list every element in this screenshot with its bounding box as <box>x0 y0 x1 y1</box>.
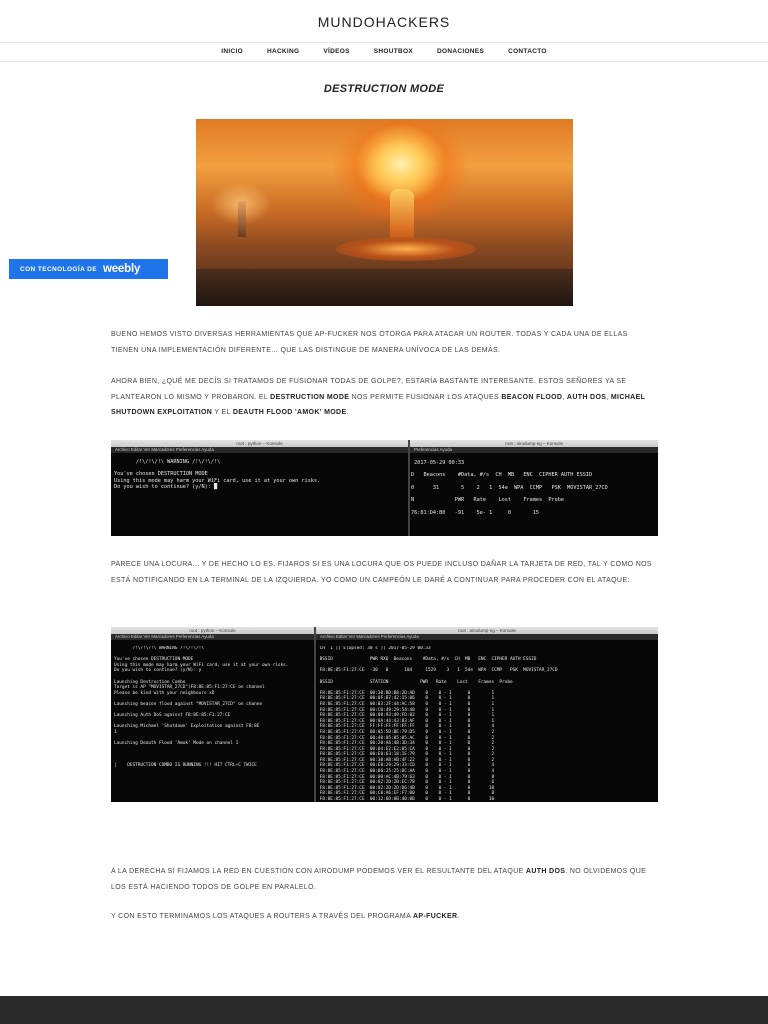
nav-item-shoutbox[interactable]: SHOUTBOX <box>362 43 425 61</box>
explosion-image <box>196 119 573 306</box>
highlight-destruction-mode: Destruction Mode <box>270 393 350 401</box>
terminal-left-output: /!\/!\/!\ WARNING /!\/!\/!\ You've chose… <box>114 459 321 490</box>
ground <box>196 269 573 306</box>
highlight-deauth-flood: Deauth Flood 'Amok' Mode <box>232 409 347 416</box>
weebly-badge[interactable]: CON TECNOLOGÍA DE weebly <box>9 259 168 279</box>
terminal-right-output: CH 1 ][ Elapsed: 30 s ][ 2017-05-29 00:3… <box>319 646 558 802</box>
main-nav: INICIO HACKING VÍDEOS SHOUTBOX DONACIONE… <box>0 42 768 62</box>
terminal-divider <box>314 627 316 802</box>
nav-item-inicio[interactable]: INICIO <box>209 43 255 61</box>
page-title: DESTRUCTION MODE <box>323 83 445 95</box>
distant-cloud-stem <box>238 201 246 237</box>
nav-item-hacking[interactable]: HACKING <box>255 43 311 61</box>
terminal-right-titlebar: root : airodump-ng – Konsole <box>316 627 658 634</box>
terminal-right-titlebar: root : airodump-ng – Konsole <box>410 440 658 447</box>
highlight-beacon-flood: Beacon Flood <box>501 393 563 401</box>
highlight-ap-fucker: AP-Fucker <box>413 913 458 920</box>
highlight-auth-dos-result: Auth DoS <box>525 868 566 875</box>
terminal-right-menubar: Preferencias Ayuda <box>410 447 658 453</box>
nav-item-videos[interactable]: VÍDEOS <box>311 43 361 61</box>
terminal-screenshot-warning: root : python – Konsole root : airodump-… <box>111 440 658 536</box>
terminal-screenshot-attack: root : python – Konsole root : airodump-… <box>111 627 658 802</box>
terminal-right-menubar: Archivo Editar Ver Marcadores Preferenci… <box>316 634 658 640</box>
terminal-left-menubar: Archivo Editar Ver Marcadores Preferenci… <box>111 634 314 640</box>
site-title[interactable]: MUNDOHACKERS <box>0 14 768 30</box>
terminal-left-titlebar: root : python – Konsole <box>111 440 408 447</box>
terminal-left-output: /!\/!\/!\ WARNING /!\/!\/!\ You've chose… <box>114 646 289 769</box>
paragraph-destruction-mode: Ahora bien, ¿qué me decís si tratamos de… <box>111 378 646 416</box>
highlight-auth-dos: Auth DoS <box>566 393 607 401</box>
terminal-right-output: 2017-05-29 00:33 D Beacons #Data, #/s CH… <box>411 460 608 516</box>
paragraph-conclusion: Y con esto terminamos los ataques a rout… <box>111 913 460 920</box>
paragraph-result: A la derecha si fijamos la red en cuesti… <box>111 868 647 891</box>
nav-item-donaciones[interactable]: DONACIONES <box>425 43 496 61</box>
fire-base <box>336 237 476 261</box>
terminal-left-titlebar: root : python – Konsole <box>111 627 314 634</box>
nav-item-contacto[interactable]: CONTACTO <box>496 43 559 61</box>
weebly-badge-prefix: CON TECNOLOGÍA DE <box>20 265 97 273</box>
footer <box>0 996 768 1024</box>
terminal-divider <box>408 440 410 536</box>
paragraph-warning: Parece una locura... y de hecho lo es. F… <box>111 561 652 584</box>
paragraph-intro: Bueno hemos visto diversas herramientas … <box>111 331 628 354</box>
weebly-logo: weebly <box>102 263 141 275</box>
terminal-left-menubar: Archivo Editar Ver Marcadores Preferenci… <box>111 447 408 453</box>
